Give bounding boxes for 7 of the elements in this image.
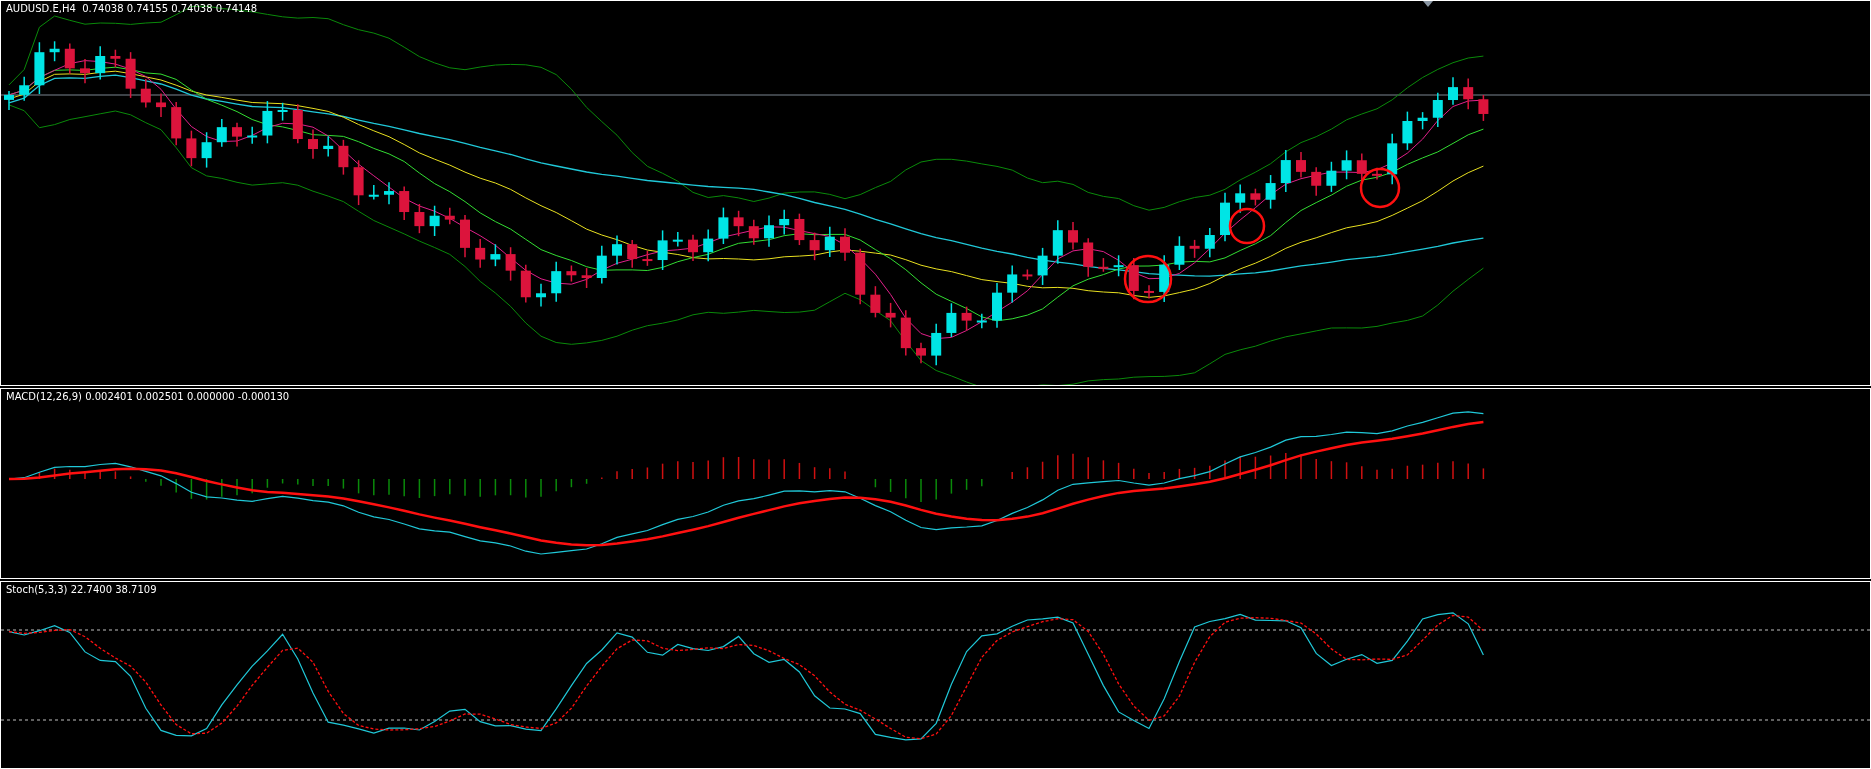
indicator-label: MACD(12,26,9) 0.002401 0.002501 0.000000 -0.000130 [6, 391, 290, 402]
highlight-circle [1123, 254, 1173, 304]
highlight-circle [1359, 167, 1401, 209]
indicator-label: Stoch(5,3,3) 22.7400 38.7109 [6, 584, 157, 595]
triangle-marker-icon[interactable] [1423, 1, 1433, 7]
highlight-circle [1228, 207, 1266, 245]
indicator-label: AUDUSD.E,H4 0.74038 0.74155 0.74038 0.74148 [6, 3, 258, 14]
